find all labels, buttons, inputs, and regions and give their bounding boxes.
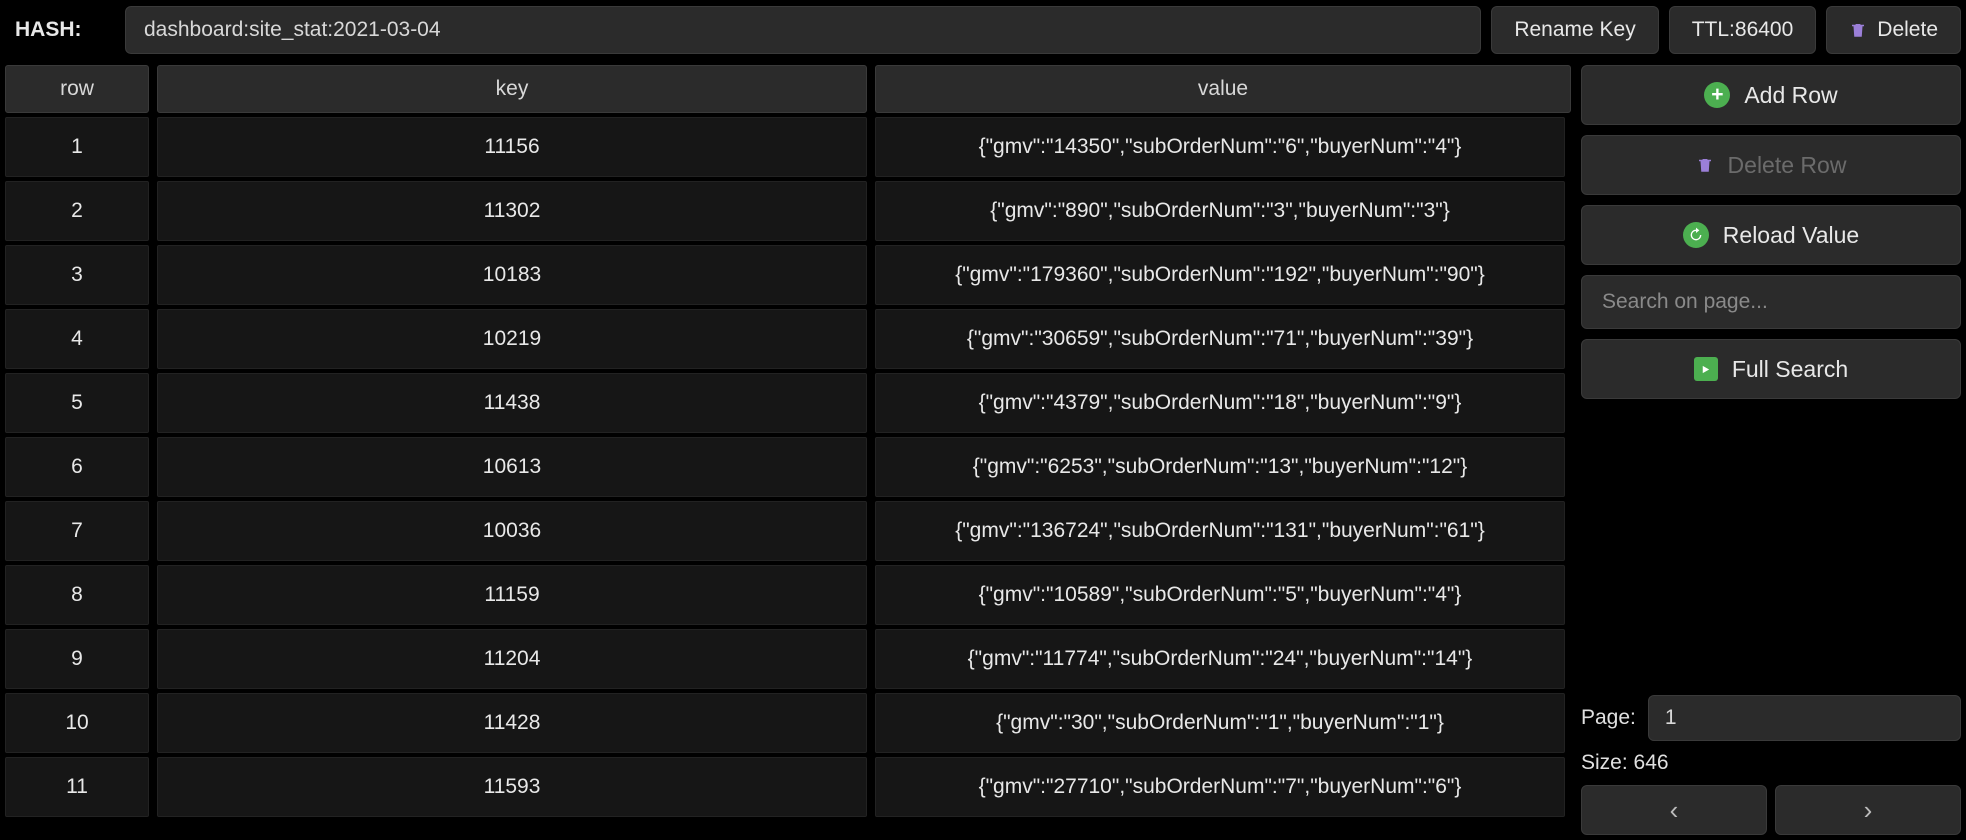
page-input[interactable] [1648, 695, 1961, 741]
row-value-cell: {"gmv":"11774","subOrderNum":"24","buyer… [875, 629, 1565, 689]
full-search-label: Full Search [1732, 356, 1848, 383]
delete-row-button[interactable]: Delete Row [1581, 135, 1961, 195]
table-row[interactable]: 111156{"gmv":"14350","subOrderNum":"6","… [5, 117, 1565, 177]
row-value-cell: {"gmv":"136724","subOrderNum":"131","buy… [875, 501, 1565, 561]
col-header-key: key [157, 65, 867, 113]
size-label: Size: 646 [1581, 751, 1669, 775]
add-row-button[interactable]: + Add Row [1581, 65, 1961, 125]
rename-key-label: Rename Key [1514, 18, 1635, 42]
row-index-cell: 8 [5, 565, 149, 625]
row-index-cell: 1 [5, 117, 149, 177]
table-row[interactable]: 1011428{"gmv":"30","subOrderNum":"1","bu… [5, 693, 1565, 753]
row-index-cell: 11 [5, 757, 149, 817]
row-value-cell: {"gmv":"14350","subOrderNum":"6","buyerN… [875, 117, 1565, 177]
row-index-cell: 2 [5, 181, 149, 241]
row-value-cell: {"gmv":"6253","subOrderNum":"13","buyerN… [875, 437, 1565, 497]
play-icon [1694, 357, 1718, 381]
trash-icon [1849, 19, 1867, 41]
ttl-label: TTL:86400 [1692, 18, 1794, 42]
row-key-cell: 10613 [157, 437, 867, 497]
row-value-cell: {"gmv":"27710","subOrderNum":"7","buyerN… [875, 757, 1565, 817]
search-input[interactable] [1581, 275, 1961, 329]
row-index-cell: 10 [5, 693, 149, 753]
row-index-cell: 6 [5, 437, 149, 497]
table-row[interactable]: 1111593{"gmv":"27710","subOrderNum":"7",… [5, 757, 1565, 817]
table-body[interactable]: 111156{"gmv":"14350","subOrderNum":"6","… [5, 117, 1571, 835]
prev-page-button[interactable]: ‹ [1581, 785, 1767, 835]
next-page-button[interactable]: › [1775, 785, 1961, 835]
row-value-cell: {"gmv":"30659","subOrderNum":"71","buyer… [875, 309, 1565, 369]
row-index-cell: 4 [5, 309, 149, 369]
table-row[interactable]: 710036{"gmv":"136724","subOrderNum":"131… [5, 501, 1565, 561]
row-key-cell: 11302 [157, 181, 867, 241]
table-row[interactable]: 511438{"gmv":"4379","subOrderNum":"18","… [5, 373, 1565, 433]
key-name-input[interactable] [125, 6, 1481, 54]
delete-key-label: Delete [1877, 18, 1938, 42]
full-search-button[interactable]: Full Search [1581, 339, 1961, 399]
row-value-cell: {"gmv":"10589","subOrderNum":"5","buyerN… [875, 565, 1565, 625]
row-key-cell: 11593 [157, 757, 867, 817]
delete-key-button[interactable]: Delete [1826, 6, 1961, 54]
row-key-cell: 11428 [157, 693, 867, 753]
row-key-cell: 10219 [157, 309, 867, 369]
table-row[interactable]: 610613{"gmv":"6253","subOrderNum":"13","… [5, 437, 1565, 497]
row-index-cell: 9 [5, 629, 149, 689]
row-key-cell: 11159 [157, 565, 867, 625]
row-key-cell: 10183 [157, 245, 867, 305]
delete-row-label: Delete Row [1728, 152, 1847, 179]
col-header-row: row [5, 65, 149, 113]
reload-icon [1683, 222, 1709, 248]
row-index-cell: 3 [5, 245, 149, 305]
table-row[interactable]: 410219{"gmv":"30659","subOrderNum":"71",… [5, 309, 1565, 369]
row-value-cell: {"gmv":"179360","subOrderNum":"192","buy… [875, 245, 1565, 305]
reload-value-button[interactable]: Reload Value [1581, 205, 1961, 265]
rename-key-button[interactable]: Rename Key [1491, 6, 1658, 54]
plus-icon: + [1704, 82, 1730, 108]
row-value-cell: {"gmv":"4379","subOrderNum":"18","buyerN… [875, 373, 1565, 433]
row-key-cell: 11438 [157, 373, 867, 433]
col-header-value: value [875, 65, 1571, 113]
reload-value-label: Reload Value [1723, 222, 1859, 249]
table-row[interactable]: 211302{"gmv":"890","subOrderNum":"3","bu… [5, 181, 1565, 241]
row-value-cell: {"gmv":"30","subOrderNum":"1","buyerNum"… [875, 693, 1565, 753]
row-key-cell: 11156 [157, 117, 867, 177]
row-key-cell: 10036 [157, 501, 867, 561]
row-index-cell: 7 [5, 501, 149, 561]
row-value-cell: {"gmv":"890","subOrderNum":"3","buyerNum… [875, 181, 1565, 241]
table-row[interactable]: 911204{"gmv":"11774","subOrderNum":"24",… [5, 629, 1565, 689]
add-row-label: Add Row [1744, 82, 1837, 109]
page-label: Page: [1581, 706, 1636, 730]
trash-icon [1696, 154, 1714, 176]
table-row[interactable]: 310183{"gmv":"179360","subOrderNum":"192… [5, 245, 1565, 305]
row-index-cell: 5 [5, 373, 149, 433]
table-row[interactable]: 811159{"gmv":"10589","subOrderNum":"5","… [5, 565, 1565, 625]
ttl-button[interactable]: TTL:86400 [1669, 6, 1817, 54]
row-key-cell: 11204 [157, 629, 867, 689]
key-type-label: HASH: [5, 18, 115, 42]
